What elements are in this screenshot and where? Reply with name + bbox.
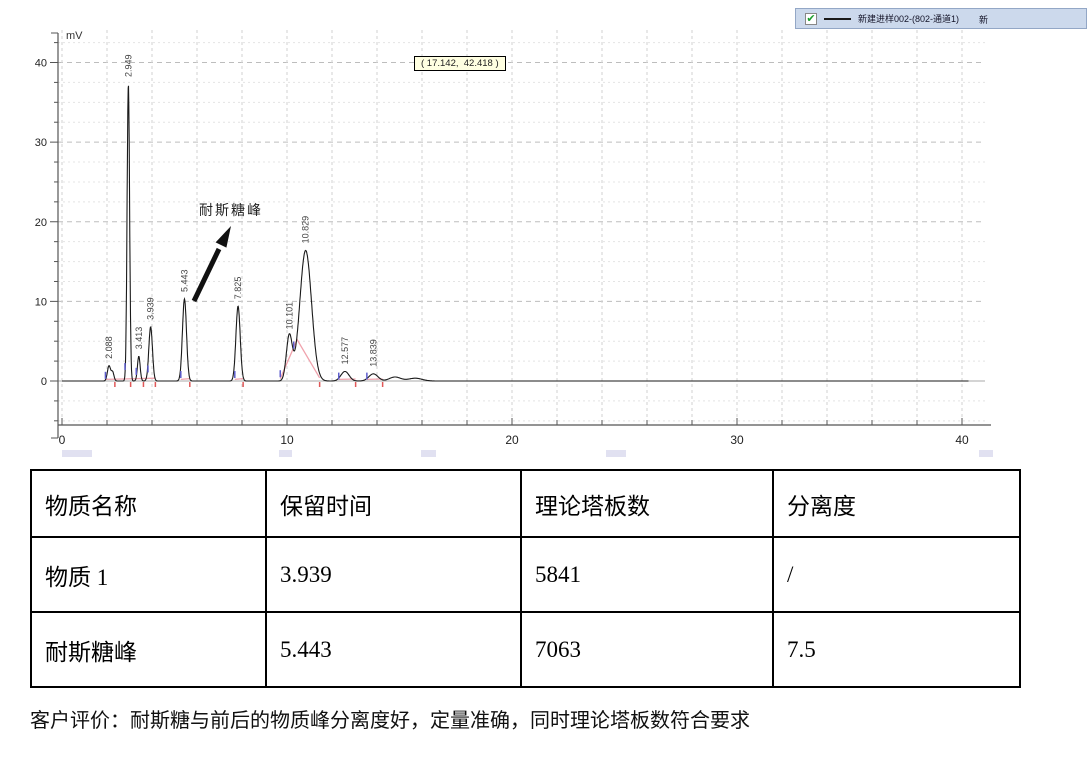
cell-resolution: 7.5: [773, 612, 1020, 687]
legend-next-series-partial: 新: [979, 13, 988, 26]
peak-label: 2.088: [104, 336, 114, 359]
svg-text:0: 0: [41, 376, 47, 388]
report-page: 010203040010203040mV2.0882.9493.4133.939…: [0, 0, 1087, 765]
svg-text:10: 10: [35, 296, 47, 308]
svg-text:10: 10: [280, 433, 294, 447]
svg-text:20: 20: [505, 433, 519, 447]
legend-checkbox[interactable]: ✔: [805, 13, 817, 25]
chromatogram-panel: 0 10 20 30 40 0 10 20 30 40 mV 2.088 2.949 3.4133.939…: [0, 0, 1087, 462]
peak-label: 13.839: [368, 339, 378, 367]
legend-line-sample: [824, 18, 851, 20]
cell-plates: 7063: [521, 612, 773, 687]
peak-label: 10.829: [301, 216, 311, 244]
peak-label: 3.413: [134, 327, 144, 350]
svg-text:0: 0: [59, 433, 66, 447]
svg-text:30: 30: [730, 433, 744, 447]
peak-label: 5.443: [180, 269, 190, 292]
nystose-peak-annotation: 耐斯糖峰: [199, 200, 263, 220]
svg-text:30: 30: [35, 137, 47, 149]
legend-bar: ✔ 新建进样002-(802-通道1) 新: [795, 8, 1087, 29]
header-retention: 保留时间: [266, 470, 521, 537]
cell-resolution: /: [773, 537, 1020, 612]
peak-label: 10.101: [284, 302, 294, 330]
cell-retention: 3.939: [266, 537, 521, 612]
cell-substance: 物质 1: [31, 537, 266, 612]
peak-label: 7.825: [233, 277, 243, 300]
cell-retention: 5.443: [266, 612, 521, 687]
svg-text:20: 20: [35, 217, 47, 229]
header-substance: 物质名称: [31, 470, 266, 537]
artifact: [979, 450, 993, 457]
legend-series-label[interactable]: 新建进样002-(802-通道1): [858, 12, 959, 25]
peak-label: 2.949: [123, 54, 133, 77]
results-table: 物质名称 保留时间 理论塔板数 分离度 物质 1 3.939 5841 / 耐斯…: [30, 469, 1021, 688]
artifact: [606, 450, 626, 457]
table-row: 耐斯糖峰 5.443 7063 7.5: [31, 612, 1020, 687]
customer-evaluation-note: 客户评价：耐斯糖与前后的物质峰分离度好，定量准确，同时理论塔板数符合要求: [30, 704, 1050, 733]
artifact: [421, 450, 436, 457]
cell-substance: 耐斯糖峰: [31, 612, 266, 687]
header-resolution: 分离度: [773, 470, 1020, 537]
artifact: [62, 450, 92, 457]
svg-text:40: 40: [35, 58, 47, 70]
cursor-coordinate-tooltip: ( 17.142, 42.418 ): [414, 56, 506, 71]
y-axis-unit-label: mV: [66, 30, 83, 42]
cell-plates: 5841: [521, 537, 773, 612]
signal-trace: [62, 86, 969, 381]
annotation-arrow: [194, 249, 219, 301]
table-header-row: 物质名称 保留时间 理论塔板数 分离度: [31, 470, 1020, 537]
artifact: [279, 450, 292, 457]
table-row: 物质 1 3.939 5841 /: [31, 537, 1020, 612]
peak-label: 12.577: [340, 337, 350, 365]
svg-text:40: 40: [955, 433, 969, 447]
header-plates: 理论塔板数: [521, 470, 773, 537]
peak-label: 3.939: [146, 297, 156, 320]
